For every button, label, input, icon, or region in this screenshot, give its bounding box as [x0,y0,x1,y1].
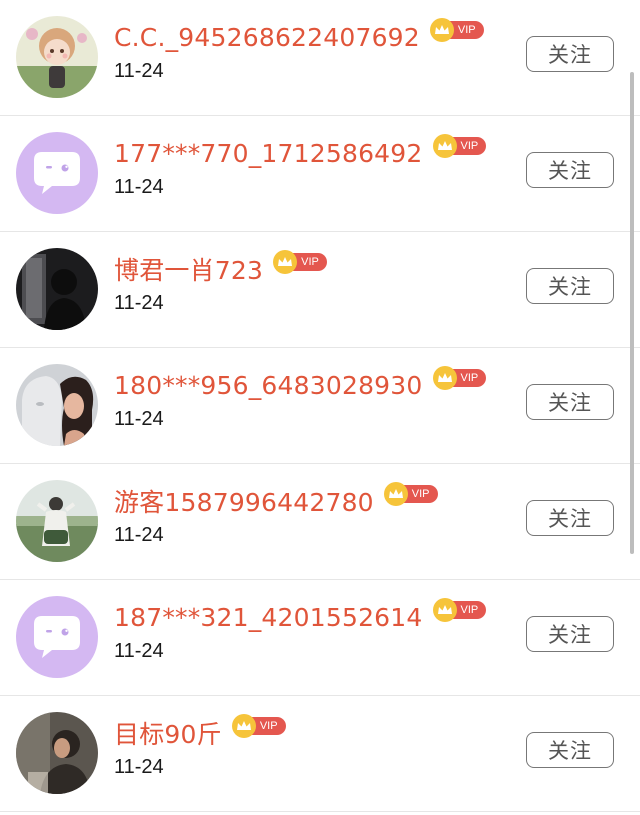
follow-button[interactable]: 关注 [526,500,614,536]
follow-date: 11-24 [114,408,164,430]
user-name[interactable]: C.C._945268622407692 [114,23,420,52]
list-item[interactable]: 180***956_6483028930 VIP 11-24 关注 [0,348,640,464]
user-name-line: 游客1587996442780 VIP [114,482,438,519]
user-name[interactable]: 187***321_4201552614 [114,603,423,632]
user-name-line: 177***770_1712586492 VIP [114,134,487,171]
dim-portrait-avatar-icon [16,712,98,794]
default-chat-bubble-avatar-icon [16,132,98,214]
follow-button[interactable]: 关注 [526,36,614,72]
field-photo-avatar-icon [16,480,98,562]
vip-badge: VIP [432,134,487,158]
user-name[interactable]: 博君一肖723 [114,251,263,287]
follow-list: C.C._945268622407692 VIP 11-24 关注 177***… [0,0,640,815]
follow-button[interactable]: 关注 [526,732,614,768]
user-name-line: 187***321_4201552614 VIP [114,598,487,635]
user-name-line: 目标90斤 VIP [114,714,286,751]
user-name[interactable]: 180***956_6483028930 [114,371,423,400]
vip-badge: VIP [432,366,487,390]
crown-icon [429,18,454,42]
vip-badge: VIP [429,18,484,42]
crown-icon [432,134,457,158]
avatar[interactable] [16,132,98,214]
list-item[interactable]: 游客1587996442780 VIP 11-24 关注 [0,464,640,580]
list-item[interactable]: 博君一肖723 VIP 11-24 关注 [0,232,640,348]
user-name[interactable]: 目标90斤 [114,715,222,751]
crown-icon [273,250,298,274]
avatar[interactable] [16,16,98,98]
crown-icon [231,714,256,738]
follow-date: 11-24 [114,60,164,82]
list-item[interactable]: 目标90斤 VIP 11-24 关注 [0,696,640,812]
user-name[interactable]: 177***770_1712586492 [114,139,423,168]
dark-silhouette-avatar-icon [16,248,98,330]
user-name[interactable]: 游客1587996442780 [114,483,374,519]
list-item[interactable]: 187***321_4201552614 VIP 11-24 关注 [0,580,640,696]
vip-badge: VIP [273,250,327,274]
follow-date: 11-24 [114,640,164,662]
girl-illustration-avatar-icon [16,16,98,98]
follow-button[interactable]: 关注 [526,616,614,652]
avatar[interactable] [16,480,98,562]
follow-date: 11-24 [114,756,164,778]
list-item[interactable]: 177***770_1712586492 VIP 11-24 关注 [0,116,640,232]
vip-badge: VIP [383,482,438,506]
user-name-line: C.C._945268622407692 VIP [114,18,484,55]
default-chat-bubble-avatar-icon [16,596,98,678]
avatar[interactable] [16,596,98,678]
list-item[interactable]: C.C._945268622407692 VIP 11-24 关注 [0,0,640,116]
avatar[interactable] [16,364,98,446]
follow-button[interactable]: 关注 [526,384,614,420]
follow-button[interactable]: 关注 [526,268,614,304]
follow-date: 11-24 [114,176,164,198]
statue-portrait-avatar-icon [16,364,98,446]
avatar[interactable] [16,248,98,330]
follow-button[interactable]: 关注 [526,152,614,188]
user-name-line: 博君一肖723 VIP [114,250,327,287]
scrollbar[interactable] [630,72,634,554]
vip-badge: VIP [231,714,286,738]
crown-icon [432,598,457,622]
user-name-line: 180***956_6483028930 VIP [114,366,487,403]
vip-badge: VIP [432,598,487,622]
avatar[interactable] [16,712,98,794]
crown-icon [432,366,457,390]
follow-date: 11-24 [114,292,164,314]
follow-date: 11-24 [114,524,164,546]
crown-icon [383,482,408,506]
